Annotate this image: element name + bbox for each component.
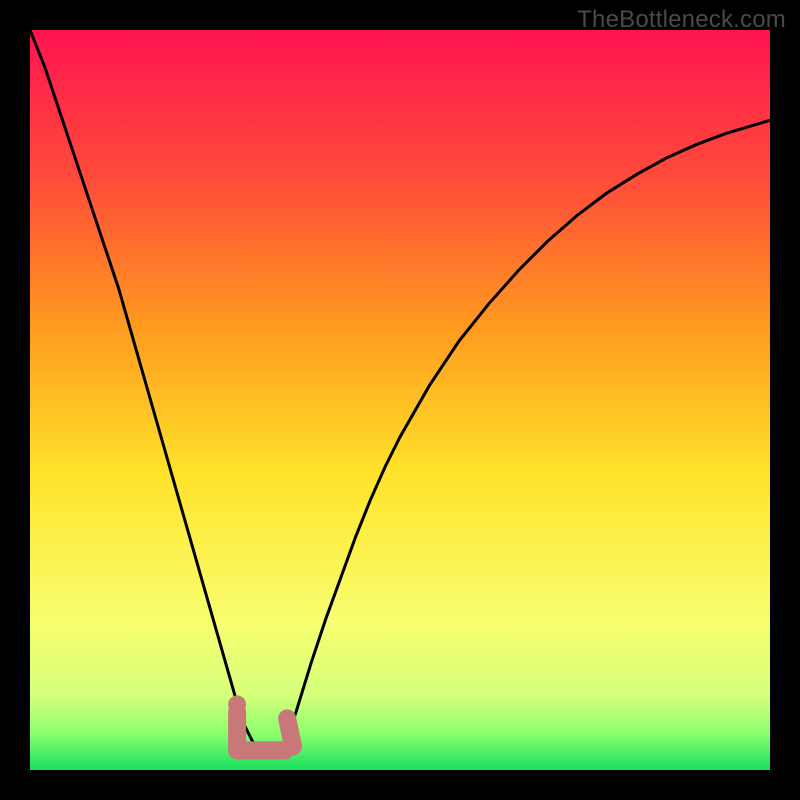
watermark-text: TheBottleneck.com	[577, 6, 786, 34]
bottleneck-curve	[30, 30, 770, 755]
plot-area	[30, 30, 770, 770]
chart-curve-layer	[30, 30, 770, 770]
chart-frame: TheBottleneck.com	[0, 0, 800, 800]
optimal-marker	[228, 695, 293, 750]
